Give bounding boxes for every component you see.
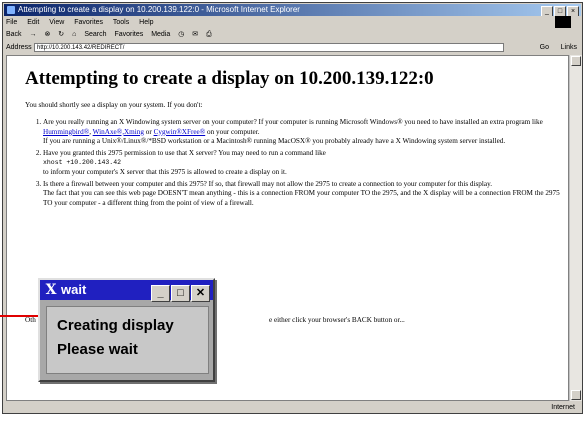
back-button[interactable]: Back bbox=[6, 31, 22, 38]
item1-text-c: If you are running a Unix®/Linux®/*BSD w… bbox=[43, 137, 506, 146]
wait-titlebar[interactable]: Xwait _ □ ✕ bbox=[40, 280, 213, 302]
menu-help[interactable]: Help bbox=[139, 19, 153, 26]
hummingbird-link[interactable]: Hummingbird® bbox=[43, 128, 89, 136]
item3-text-b: The fact that you can see this web page … bbox=[43, 189, 560, 207]
menu-file[interactable]: File bbox=[6, 19, 17, 26]
print-icon[interactable]: ⎙ bbox=[206, 31, 212, 38]
item1-text-b: on your computer. bbox=[205, 127, 260, 136]
home-icon[interactable]: ⌂ bbox=[72, 31, 76, 38]
menu-tools[interactable]: Tools bbox=[113, 19, 129, 26]
mail-icon[interactable]: ✉ bbox=[192, 31, 198, 38]
scroll-up-icon[interactable] bbox=[571, 56, 581, 66]
address-bar: Address http://10.200.143.42/REDIRECT/ G… bbox=[6, 42, 579, 53]
please-wait-text: Please wait bbox=[57, 341, 138, 358]
favorites-button[interactable]: Favorites bbox=[114, 31, 143, 38]
refresh-icon[interactable]: ↻ bbox=[58, 31, 64, 38]
list-item: Have you granted this 2975 permission to… bbox=[43, 149, 563, 178]
item3-text-a: Is there a firewall between your compute… bbox=[43, 179, 493, 188]
intro-text: You should shortly see a display on your… bbox=[25, 101, 203, 109]
minimize-button[interactable]: _ bbox=[541, 6, 553, 16]
window-controls: _ □ × bbox=[540, 5, 579, 16]
address-label: Address bbox=[6, 44, 32, 51]
item1-text-a: Are you really running an X Windowing sy… bbox=[43, 118, 543, 126]
troubleshoot-list: Are you really running an X Windowing sy… bbox=[31, 118, 563, 210]
wait-dialog: Xwait _ □ ✕ Creating display Please wait bbox=[38, 278, 215, 382]
wait-title: wait bbox=[61, 282, 87, 297]
status-bar: Internet bbox=[6, 402, 579, 413]
menu-bar: File Edit View Favorites Tools Help bbox=[6, 16, 579, 28]
page-title: Attempting to create a display on 10.200… bbox=[25, 68, 434, 89]
ie-icon bbox=[7, 6, 15, 14]
media-button[interactable]: Media bbox=[151, 31, 170, 38]
wait-close-button[interactable]: ✕ bbox=[191, 285, 210, 302]
x-logo-icon: X bbox=[45, 282, 57, 298]
scroll-down-icon[interactable] bbox=[571, 390, 581, 400]
search-button[interactable]: Search bbox=[84, 31, 106, 38]
xhost-command: xhost +10.200.143.42 bbox=[43, 159, 122, 167]
menu-edit[interactable]: Edit bbox=[27, 19, 39, 26]
wait-message-panel: Creating display Please wait bbox=[46, 306, 209, 374]
cygwin-link[interactable]: Cygwin®XFree® bbox=[154, 128, 206, 136]
go-button[interactable]: Go bbox=[540, 42, 549, 53]
stop-icon[interactable]: ⊗ bbox=[44, 31, 50, 38]
forward-icon[interactable]: → bbox=[30, 31, 37, 38]
window-title: Attempting to create a display on 10.200… bbox=[18, 5, 300, 14]
browser-titlebar: Attempting to create a display on 10.200… bbox=[4, 4, 581, 16]
item2-text-b: to inform your computer's X server that … bbox=[43, 167, 287, 176]
wait-minimize-button[interactable]: _ bbox=[151, 285, 170, 302]
menu-favorites[interactable]: Favorites bbox=[74, 19, 103, 26]
links-button[interactable]: Links bbox=[561, 42, 577, 53]
menu-view[interactable]: View bbox=[49, 19, 64, 26]
winaxe-link[interactable]: WinAxe®,Xming bbox=[93, 128, 144, 136]
creating-display-text: Creating display bbox=[57, 317, 174, 334]
wait-maximize-button[interactable]: □ bbox=[171, 285, 190, 302]
other-text-right: e either click your browser's BACK butto… bbox=[269, 316, 405, 324]
maximize-button[interactable]: □ bbox=[554, 6, 566, 16]
list-item: Is there a firewall between your compute… bbox=[43, 180, 563, 209]
other-text-left: Oth bbox=[25, 316, 36, 324]
item1-sep2: or bbox=[143, 127, 154, 136]
address-input[interactable]: http://10.200.143.42/REDIRECT/ bbox=[34, 43, 504, 52]
list-item: Are you really running an X Windowing sy… bbox=[43, 118, 563, 147]
wait-controls: _ □ ✕ bbox=[150, 282, 210, 302]
vertical-scrollbar[interactable] bbox=[569, 55, 582, 401]
windows-logo-icon bbox=[555, 16, 571, 28]
item2-text-a: Have you granted this 2975 permission to… bbox=[43, 148, 326, 157]
internet-zone: Internet bbox=[551, 404, 575, 411]
close-button[interactable]: × bbox=[567, 6, 579, 16]
history-icon[interactable]: ◷ bbox=[178, 31, 184, 38]
toolbar: Back → ⊗ ↻ ⌂ Search Favorites Media ◷ ✉ … bbox=[6, 29, 579, 41]
